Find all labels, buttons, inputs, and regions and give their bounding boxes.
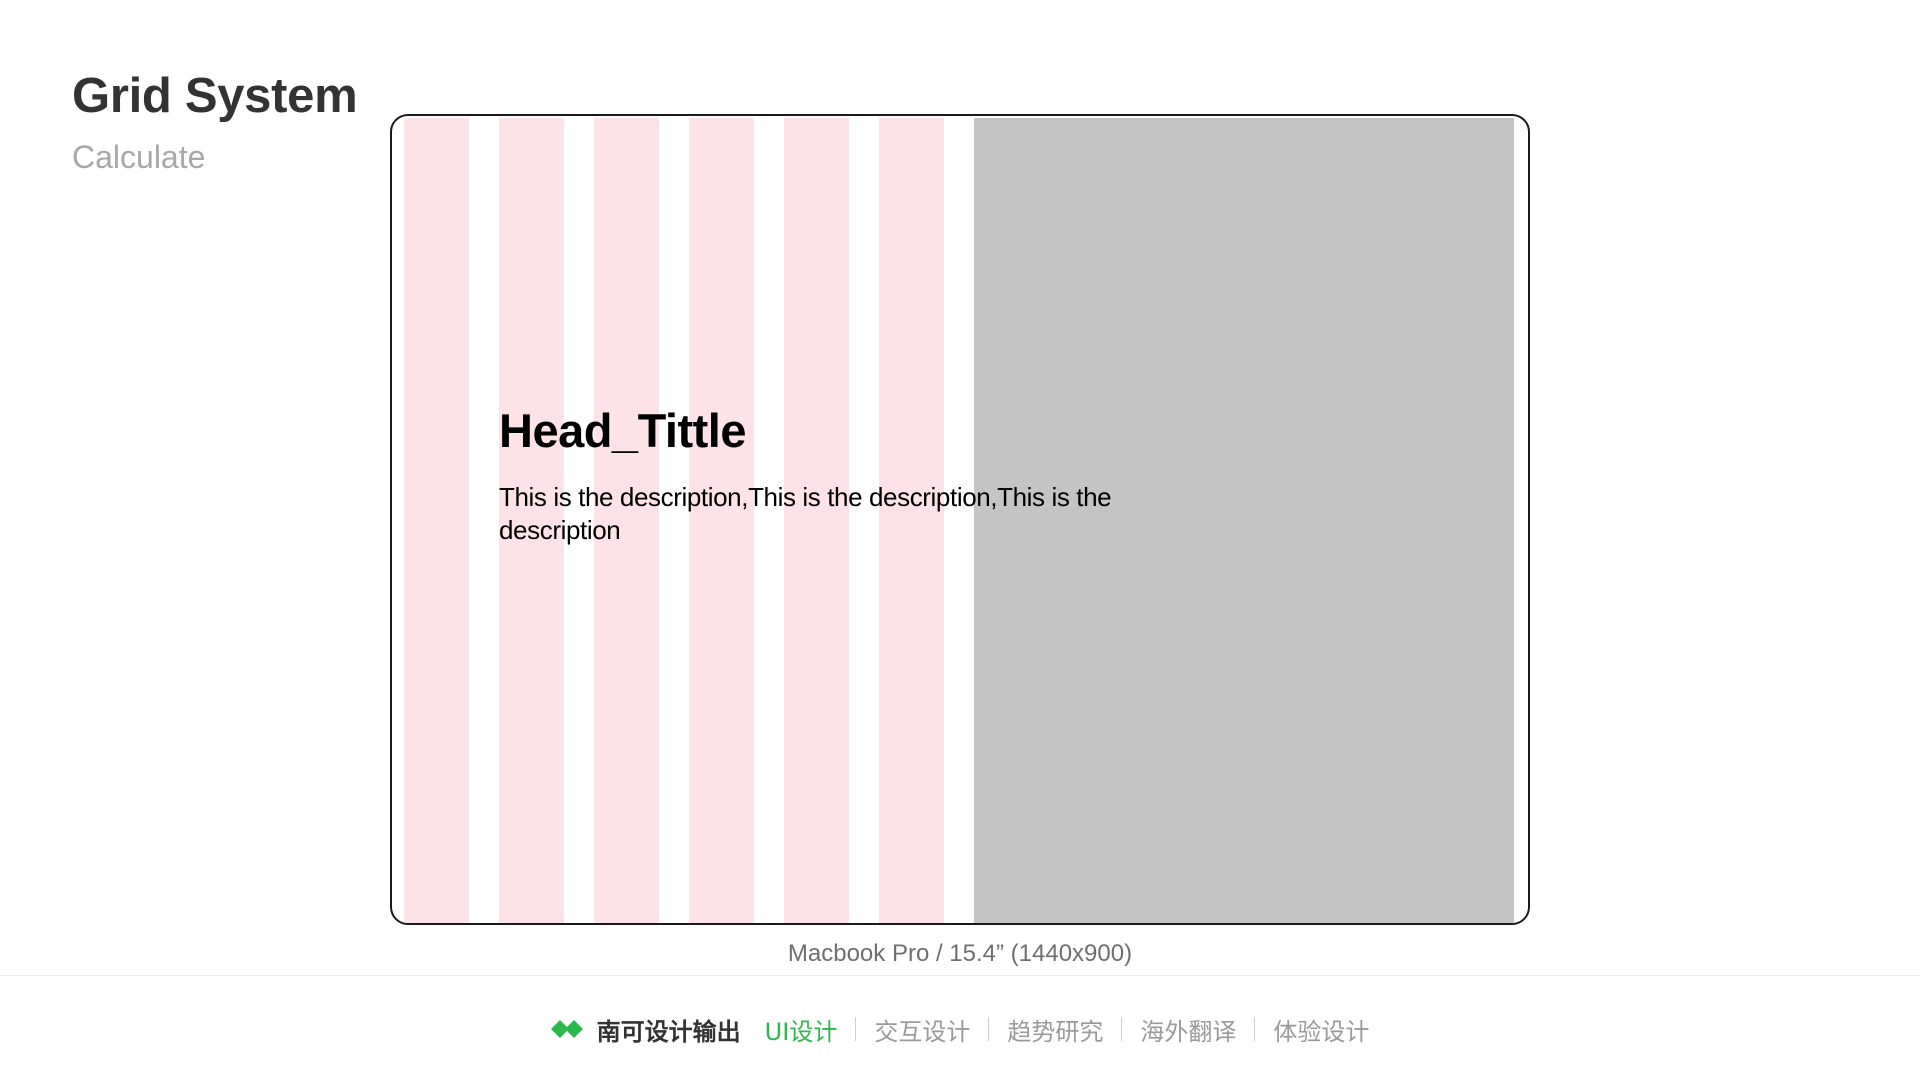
brand-name: 南可设计输出 xyxy=(596,1017,741,1046)
nav-separator xyxy=(1121,1017,1123,1041)
nav-separator xyxy=(988,1017,990,1041)
device-caption: Macbook Pro / 15.4” (1440x900) xyxy=(787,940,1133,967)
grid-column-1 xyxy=(404,118,469,923)
double-diamond-icon xyxy=(550,1019,587,1039)
macbook-frame: Head_Tittle This is the description,This… xyxy=(390,114,1530,925)
footer-bar: 南可设计输出 UI设计 交互设计 趋势研究 海外翻译 体验设计 xyxy=(0,1012,1920,1046)
footer-nav-trend-research[interactable]: 趋势研究 xyxy=(1007,1012,1103,1047)
footer-nav-interaction-design[interactable]: 交互设计 xyxy=(874,1012,970,1047)
footer-nav-experience-design[interactable]: 体验设计 xyxy=(1273,1012,1369,1047)
nav-separator xyxy=(1254,1017,1256,1041)
page-title: Grid System xyxy=(72,69,358,123)
hero-description: This is the description,This is the desc… xyxy=(499,482,1112,546)
mockup-screen: Head_Tittle This is the description,This… xyxy=(404,118,1514,923)
footer-divider xyxy=(0,975,1920,976)
hero-content: Head_Tittle This is the description,This… xyxy=(499,403,1119,547)
page-subtitle: Calculate xyxy=(72,139,206,175)
hero-head-title: Head_Tittle xyxy=(499,404,747,457)
nav-separator xyxy=(855,1017,857,1041)
footer-nav-overseas-translation[interactable]: 海外翻译 xyxy=(1140,1012,1236,1047)
footer-nav-ui-design[interactable]: UI设计 xyxy=(765,1012,838,1047)
